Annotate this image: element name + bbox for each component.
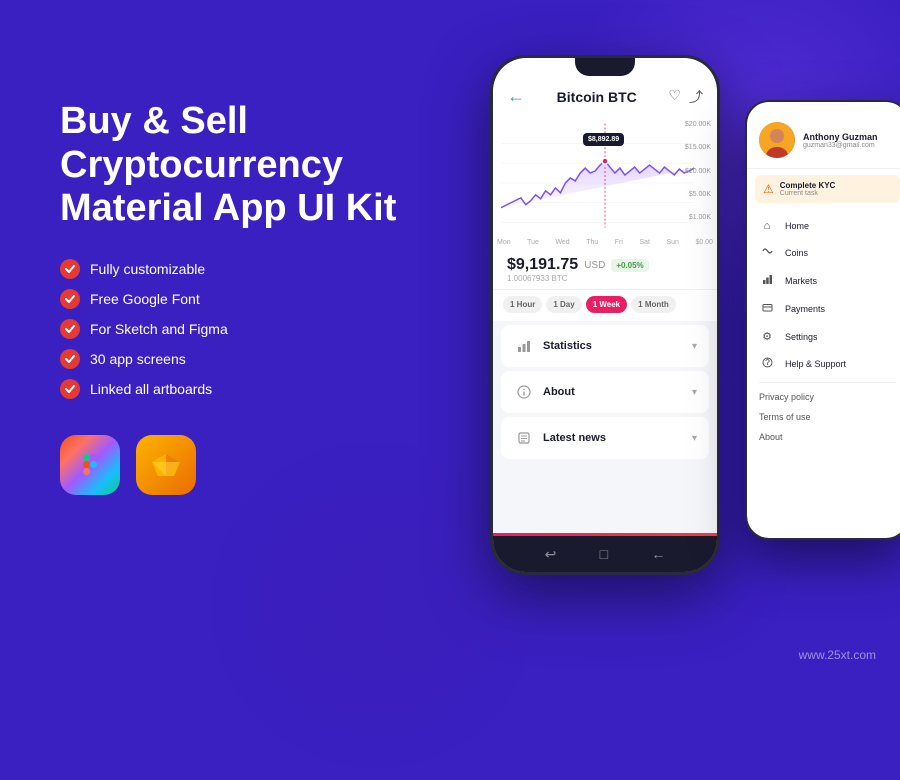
news-label: Latest news — [543, 432, 606, 444]
watermark: www.25xt.com — [799, 648, 876, 662]
accordion-about[interactable]: About ▾ — [501, 371, 709, 413]
price-currency: USD — [584, 260, 605, 271]
nav-recents-icon[interactable]: ↩ — [545, 546, 557, 563]
accordion-list: Statistics ▾ About ▾ — [493, 321, 717, 533]
accordion-about-left: About — [513, 381, 575, 403]
header-action-icons: ♡ ⤴ — [668, 87, 703, 107]
menu-help[interactable]: Help & Support — [747, 350, 900, 378]
left-section: Buy & SellCryptocurrencyMaterial App UI … — [60, 100, 400, 495]
filter-1hour[interactable]: 1 Hour — [503, 296, 542, 313]
price-row: $9,191.75 USD +0.05% — [507, 256, 703, 274]
price-section: $9,191.75 USD +0.05% 1.00067933 BTC — [493, 248, 717, 290]
check-icon-1 — [60, 259, 80, 279]
drawer-menu: ⌂ Home Coins Mar — [747, 209, 900, 538]
nav-back-icon[interactable]: ← — [651, 546, 665, 562]
feature-item-1: Fully customizable — [60, 259, 400, 279]
check-icon-5 — [60, 379, 80, 399]
chart-area: $20.00K $15.00K $10.00K $5.00K $1.00K — [493, 117, 717, 237]
filter-1day[interactable]: 1 Day — [546, 296, 581, 313]
sketch-icon — [136, 435, 196, 495]
tool-icons — [60, 435, 400, 495]
feature-item-5: Linked all artboards — [60, 379, 400, 399]
accordion-news-left: Latest news — [513, 427, 606, 449]
chart-y-labels: $20.00K $15.00K $10.00K $5.00K $1.00K — [685, 121, 711, 221]
share-icon[interactable]: ⤴ — [689, 87, 703, 107]
kyc-banner[interactable]: ⚠ Complete KYC Current task — [755, 175, 900, 203]
drawer-screen: Anthony Guzman guzman33@gmail.com ⚠ Comp… — [747, 102, 900, 538]
privacy-link[interactable]: Privacy policy — [747, 387, 900, 407]
menu-coins[interactable]: Coins — [747, 239, 900, 267]
chart-tooltip: $8,892.89 — [583, 133, 624, 146]
phone-notch — [575, 58, 635, 76]
payments-icon — [759, 302, 775, 316]
terms-link[interactable]: Terms of use — [747, 407, 900, 427]
about-chevron: ▾ — [692, 387, 697, 398]
chart-days: Mon Tue Wed Thu Fri Sat Sun $0.00 — [493, 237, 717, 248]
menu-home[interactable]: ⌂ Home — [747, 213, 900, 239]
price-btc: 1.00067933 BTC — [507, 274, 703, 283]
second-phone-bottom-bar: ↩ — [747, 538, 900, 540]
coins-icon — [759, 246, 775, 260]
about-label: About — [543, 386, 575, 398]
phone-nav-bar: ↩ □ ← — [493, 536, 717, 572]
user-name: Anthony Guzman — [803, 132, 896, 142]
menu-payments[interactable]: Payments — [747, 295, 900, 323]
feature-item-3: For Sketch and Figma — [60, 319, 400, 339]
accordion-latestnews[interactable]: Latest news ▾ — [501, 417, 709, 459]
price-value: $9,191.75 — [507, 256, 578, 274]
statistics-chevron: ▾ — [692, 341, 697, 352]
kyc-text: Complete KYC Current task — [780, 181, 836, 197]
price-change-badge: +0.05% — [611, 259, 648, 272]
statistics-icon — [513, 335, 535, 357]
feature-item-2: Free Google Font — [60, 289, 400, 309]
news-chevron: ▾ — [692, 433, 697, 444]
filter-1month[interactable]: 1 Month — [631, 296, 676, 313]
feature-item-4: 30 app screens — [60, 349, 400, 369]
accordion-statistics[interactable]: Statistics ▾ — [501, 325, 709, 367]
about-link[interactable]: About — [747, 427, 900, 447]
kyc-warning-icon: ⚠ — [763, 182, 774, 196]
phone-main: ← Bitcoin BTC ♡ ⤴ $20.00K $15.00K $10.00… — [490, 55, 720, 575]
phone-second: Anthony Guzman guzman33@gmail.com ⚠ Comp… — [745, 100, 900, 540]
news-icon — [513, 427, 535, 449]
settings-icon: ⚙ — [759, 330, 775, 343]
check-icon-3 — [60, 319, 80, 339]
figma-icon — [60, 435, 120, 495]
heart-icon[interactable]: ♡ — [668, 87, 681, 107]
drawer-header: Anthony Guzman guzman33@gmail.com — [747, 102, 900, 169]
back-button[interactable]: ← — [507, 86, 525, 107]
accordion-statistics-left: Statistics — [513, 335, 592, 357]
menu-markets[interactable]: Markets — [747, 267, 900, 295]
features-list: Fully customizable Free Google Font For … — [60, 259, 400, 399]
app-title: Bitcoin BTC — [557, 89, 637, 105]
about-icon — [513, 381, 535, 403]
statistics-label: Statistics — [543, 340, 592, 352]
help-icon — [759, 357, 775, 371]
nav-home-icon[interactable]: □ — [600, 546, 608, 562]
time-filters: 1 Hour 1 Day 1 Week 1 Month — [493, 290, 717, 321]
check-icon-4 — [60, 349, 80, 369]
filter-1week[interactable]: 1 Week — [586, 296, 627, 313]
markets-icon — [759, 274, 775, 288]
menu-divider — [759, 382, 896, 383]
user-avatar — [759, 122, 795, 158]
check-icon-2 — [60, 289, 80, 309]
user-info: Anthony Guzman guzman33@gmail.com — [803, 132, 896, 149]
phone-screen: ← Bitcoin BTC ♡ ⤴ $20.00K $15.00K $10.00… — [493, 58, 717, 572]
main-title: Buy & SellCryptocurrencyMaterial App UI … — [60, 100, 400, 231]
home-icon: ⌂ — [759, 220, 775, 232]
user-email: guzman33@gmail.com — [803, 142, 896, 149]
menu-settings[interactable]: ⚙ Settings — [747, 323, 900, 350]
